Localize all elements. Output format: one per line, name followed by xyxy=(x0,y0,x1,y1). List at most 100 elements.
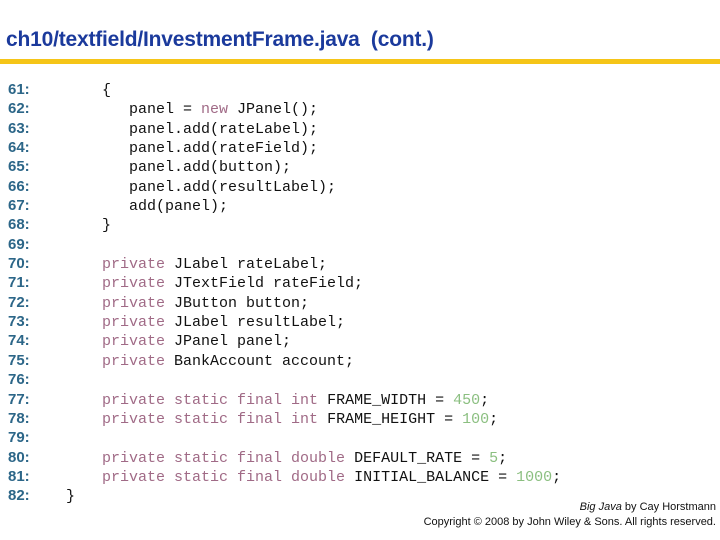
code-keyword: private xyxy=(102,256,166,274)
code-text: JTextField rateField; xyxy=(165,275,364,293)
code-line: 74: private JPanel panel; xyxy=(8,331,561,350)
code-number-literal: 100 xyxy=(462,410,490,428)
code-line: 65: panel.add(button); xyxy=(8,157,561,176)
code-keyword: new xyxy=(201,101,229,119)
code-line: 61: { xyxy=(8,80,561,99)
code-line: 79: xyxy=(8,428,561,447)
title-underline-divider xyxy=(0,59,720,64)
code-text: JPanel(); xyxy=(228,101,319,119)
code-line: 64: panel.add(rateField); xyxy=(8,138,561,157)
code-text: panel = xyxy=(48,101,202,119)
author-byline: by Cay Horstmann xyxy=(621,501,716,513)
code-text: { xyxy=(48,82,112,99)
code-keyword: private static final double xyxy=(102,468,346,486)
code-line: 68: } xyxy=(8,215,561,234)
code-line: 73: private JLabel resultLabel; xyxy=(8,312,561,331)
line-number: 66: xyxy=(8,177,30,195)
code-text: ; xyxy=(489,410,499,428)
copyright-notice: Copyright © 2008 by John Wiley & Sons. A… xyxy=(423,516,716,528)
slide-title: ch10/textfield/InvestmentFrame.java (con… xyxy=(6,28,434,51)
code-text: add(panel); xyxy=(48,198,229,216)
line-number: 72: xyxy=(8,293,30,311)
line-number: 80: xyxy=(8,448,30,466)
line-number: 76: xyxy=(8,371,30,389)
code-line: 75: private BankAccount account; xyxy=(8,351,561,370)
line-number: 65: xyxy=(8,158,30,176)
line-number: 75: xyxy=(8,351,30,369)
code-text: JLabel resultLabel; xyxy=(165,314,346,332)
code-text: panel.add(resultLabel); xyxy=(48,178,337,196)
code-line: 77: private static final int FRAME_WIDTH… xyxy=(8,390,561,409)
code-text: BankAccount account; xyxy=(165,352,355,370)
code-text: FRAME_HEIGHT = xyxy=(318,410,463,428)
line-number: 67: xyxy=(8,197,30,215)
code-line: 62: panel = new JPanel(); xyxy=(8,99,561,118)
code-text: FRAME_WIDTH = xyxy=(318,391,454,409)
line-number: 68: xyxy=(8,216,30,234)
code-text: ; xyxy=(480,391,490,409)
code-keyword: private xyxy=(102,275,166,293)
code-keyword: private xyxy=(102,314,166,332)
code-text: JButton button; xyxy=(165,294,310,312)
code-text: JPanel panel; xyxy=(165,333,292,351)
line-number: 78: xyxy=(8,409,30,427)
code-line: 81: private static final double INITIAL_… xyxy=(8,467,561,486)
code-text: DEFAULT_RATE = xyxy=(345,449,490,467)
code-listing: 61: {62: panel = new JPanel(); 63: panel.… xyxy=(8,80,561,506)
code-line: 69: xyxy=(8,235,561,254)
code-text: } xyxy=(48,488,76,506)
line-number: 70: xyxy=(8,255,30,273)
line-number: 62: xyxy=(8,100,30,118)
code-text: panel.add(rateField); xyxy=(48,140,319,158)
code-text: } xyxy=(48,217,112,235)
code-keyword: private static final double xyxy=(102,449,346,467)
code-keyword: private xyxy=(102,333,166,351)
code-line: 80: private static final double DEFAULT_… xyxy=(8,448,561,467)
code-line: 78: private static final int FRAME_HEIGH… xyxy=(8,409,561,428)
code-number-literal: 5 xyxy=(489,449,499,467)
footer-credits: Big Java by Cay Horstmann Copyright © 20… xyxy=(424,500,716,530)
code-text: JLabel rateLabel; xyxy=(165,256,328,274)
code-keyword: private static final int xyxy=(102,410,319,428)
code-line: 63: panel.add(rateLabel); xyxy=(8,119,561,138)
code-line: 67: add(panel); xyxy=(8,196,561,215)
line-number: 81: xyxy=(8,467,30,485)
code-line: 72: private JButton button; xyxy=(8,293,561,312)
line-number: 61: xyxy=(8,81,30,98)
footer-book-line: Big Java by Cay Horstmann xyxy=(424,500,716,515)
code-text: panel.add(button); xyxy=(48,159,292,177)
code-line: 66: panel.add(resultLabel); xyxy=(8,177,561,196)
code-text: ; xyxy=(498,449,508,467)
code-keyword: private xyxy=(102,294,166,312)
code-number-literal: 1000 xyxy=(516,468,553,486)
line-number: 79: xyxy=(8,429,30,447)
line-number: 63: xyxy=(8,119,30,137)
line-number: 82: xyxy=(8,487,30,505)
line-number: 73: xyxy=(8,313,30,331)
line-number: 74: xyxy=(8,332,30,350)
code-text: ; xyxy=(552,468,562,486)
code-line: 71: private JTextField rateField; xyxy=(8,273,561,292)
code-text: INITIAL_BALANCE = xyxy=(345,468,517,486)
line-number: 64: xyxy=(8,139,30,157)
code-text: panel.add(rateLabel); xyxy=(48,120,319,138)
code-line: 76: xyxy=(8,370,561,389)
code-keyword: private static final int xyxy=(102,391,319,409)
line-number: 71: xyxy=(8,274,30,292)
code-number-literal: 450 xyxy=(453,391,481,409)
line-number: 77: xyxy=(8,390,30,408)
book-title: Big Java xyxy=(579,501,622,513)
line-number: 69: xyxy=(8,235,30,253)
code-keyword: private xyxy=(102,352,166,370)
code-line: 70: private JLabel rateLabel; xyxy=(8,254,561,273)
